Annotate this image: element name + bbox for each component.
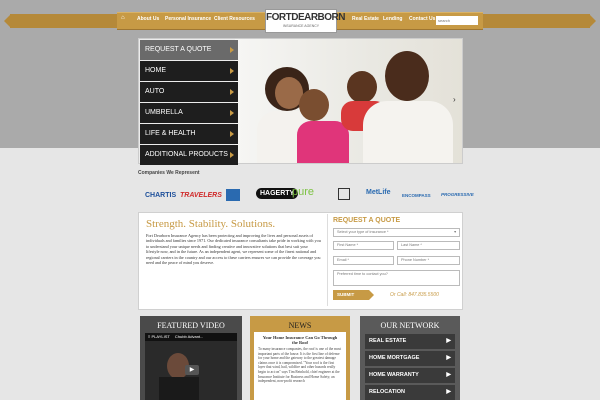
home-icon[interactable]: ⌂ [121, 15, 127, 21]
content-divider [327, 214, 328, 306]
hero-man-shirt [363, 101, 453, 163]
network-title: OUR NETWORK [380, 321, 440, 330]
menu-item-label: HOME [145, 67, 166, 74]
news-headline[interactable]: Your Home Insurance Can Go Through the R… [254, 332, 346, 347]
menu-home[interactable]: HOME [140, 61, 238, 81]
featured-video-title: FEATURED VIDEO [157, 321, 225, 330]
partner-metlife[interactable]: MetLife [366, 189, 391, 196]
menu-item-label: LIFE & HEALTH [145, 130, 196, 137]
hero-boy-face [347, 71, 377, 103]
network-relocation[interactable]: RELOCATION ▶ [365, 385, 455, 400]
insurance-type-select[interactable]: Select your type of insurance * ▾ [333, 228, 460, 237]
nav-personal-insurance[interactable]: Personal Insurance [165, 16, 211, 22]
nav-ribbon-right-tail [589, 14, 596, 28]
playlist-label[interactable]: PLAYLIST [151, 334, 169, 339]
network-item-label: REAL ESTATE [369, 338, 407, 344]
nav-contact-us[interactable]: Contact Us [409, 16, 435, 22]
video-topbar: ≡ PLAYLIST Chubb Advant... [145, 333, 237, 341]
hero-child-shirt [297, 121, 349, 163]
partner-logo-shield[interactable] [226, 189, 240, 201]
first-name-field[interactable]: First Name * [333, 241, 394, 250]
hero-child-face [299, 89, 329, 121]
chevron-right-icon: ▶ [446, 338, 451, 344]
call-phone: Or Call: 847.835.5500 [390, 292, 439, 298]
about-text: Fort Dearborn Insurance Agency has been … [146, 233, 321, 266]
chevron-right-icon [230, 47, 234, 53]
chevron-right-icon [230, 89, 234, 95]
news-title: NEWS [288, 321, 312, 330]
nav-lending[interactable]: Lending [383, 16, 402, 22]
logo-text: FORTDEARBORN [266, 12, 346, 23]
playlist-icon[interactable]: ≡ [148, 334, 150, 339]
network-item-label: RELOCATION [369, 389, 405, 395]
insurance-type-select-value: Select your type of insurance * [337, 230, 389, 234]
partner-chartis[interactable]: CHARTIS [145, 192, 176, 199]
preferred-time-field[interactable]: Preferred time to contact you? [333, 270, 460, 286]
tagline: Strength. Stability. Solutions. [146, 218, 276, 230]
quote-form-title: REQUEST A QUOTE [333, 217, 401, 224]
partner-logo-emblem[interactable] [338, 188, 350, 200]
network-home-warranty[interactable]: HOME WARRANTY ▶ [365, 368, 455, 383]
nav-about-us[interactable]: About Us [137, 16, 159, 22]
search-input[interactable] [436, 16, 478, 25]
video-player[interactable]: ≡ PLAYLIST Chubb Advant... ▶ [145, 333, 237, 400]
chevron-right-icon [230, 131, 234, 137]
chevron-right-icon [230, 110, 234, 116]
submit-arrow [369, 290, 374, 300]
phone-field[interactable]: Phone Number * [397, 256, 460, 265]
partner-pure[interactable]: pure [292, 186, 314, 198]
video-title: Chubb Advant... [174, 334, 204, 339]
logo[interactable]: FORTDEARBORN INSURANCE AGENCY [265, 9, 346, 33]
news-card: Your Home Insurance Can Go Through the R… [254, 332, 346, 400]
hero-family-photo [235, 39, 462, 163]
nav-ribbon-left-tail [4, 14, 11, 28]
hero-next-arrow-icon[interactable]: › [453, 95, 456, 104]
featured-video-box: FEATURED VIDEO ≡ PLAYLIST Chubb Advant..… [140, 316, 242, 400]
nav-ribbon-right-wing [482, 14, 590, 28]
partner-encompass[interactable]: ENCOMPASS [402, 193, 431, 198]
menu-life-health[interactable]: LIFE & HEALTH [140, 124, 238, 144]
chevron-right-icon [230, 152, 234, 158]
nav-real-estate[interactable]: Real Estate [352, 16, 379, 22]
menu-item-label: UMBRELLA [145, 109, 183, 116]
video-presenter-suit [159, 377, 199, 400]
partner-travelers[interactable]: TRAVELERS [180, 192, 222, 199]
chevron-right-icon [230, 68, 234, 74]
logo-subtext: INSURANCE AGENCY [282, 24, 320, 28]
partner-progressive[interactable]: PROGRESSIVE [441, 192, 474, 197]
last-name-field[interactable]: Last Name * [397, 241, 460, 250]
news-body: To many insurance companies, the roof is… [258, 347, 342, 384]
email-field[interactable]: Email * [333, 256, 394, 265]
menu-umbrella[interactable]: UMBRELLA [140, 103, 238, 123]
menu-item-label: REQUEST A QUOTE [145, 46, 212, 53]
menu-item-label: AUTO [145, 88, 165, 95]
menu-item-label: ADDITIONAL PRODUCTS [145, 151, 228, 158]
menu-auto[interactable]: AUTO [140, 82, 238, 102]
partners-title: Companies We Represent [138, 170, 200, 176]
hero-menu: REQUEST A QUOTE HOME AUTO UMBRELLA LIFE … [140, 40, 238, 166]
chevron-right-icon: ▶ [446, 389, 451, 395]
hero-man-face [385, 51, 429, 101]
network-item-label: HOME MORTGAGE [369, 355, 420, 361]
network-home-mortgage[interactable]: HOME MORTGAGE ▶ [365, 351, 455, 366]
menu-request-quote[interactable]: REQUEST A QUOTE [140, 40, 238, 60]
submit-button[interactable]: SUBMIT [333, 290, 369, 300]
network-item-label: HOME WARRANTY [369, 372, 419, 378]
nav-client-resources[interactable]: Client Resources [214, 16, 255, 22]
chevron-right-icon: ▶ [446, 372, 451, 378]
news-box: NEWS Your Home Insurance Can Go Through … [250, 316, 350, 400]
play-icon[interactable]: ▶ [185, 365, 199, 375]
nav-ribbon-left-wing [10, 14, 118, 28]
chevron-right-icon: ▶ [446, 355, 451, 361]
chevron-down-icon: ▾ [454, 230, 456, 234]
network-real-estate[interactable]: REAL ESTATE ▶ [365, 334, 455, 349]
menu-additional-products[interactable]: ADDITIONAL PRODUCTS [140, 145, 238, 165]
